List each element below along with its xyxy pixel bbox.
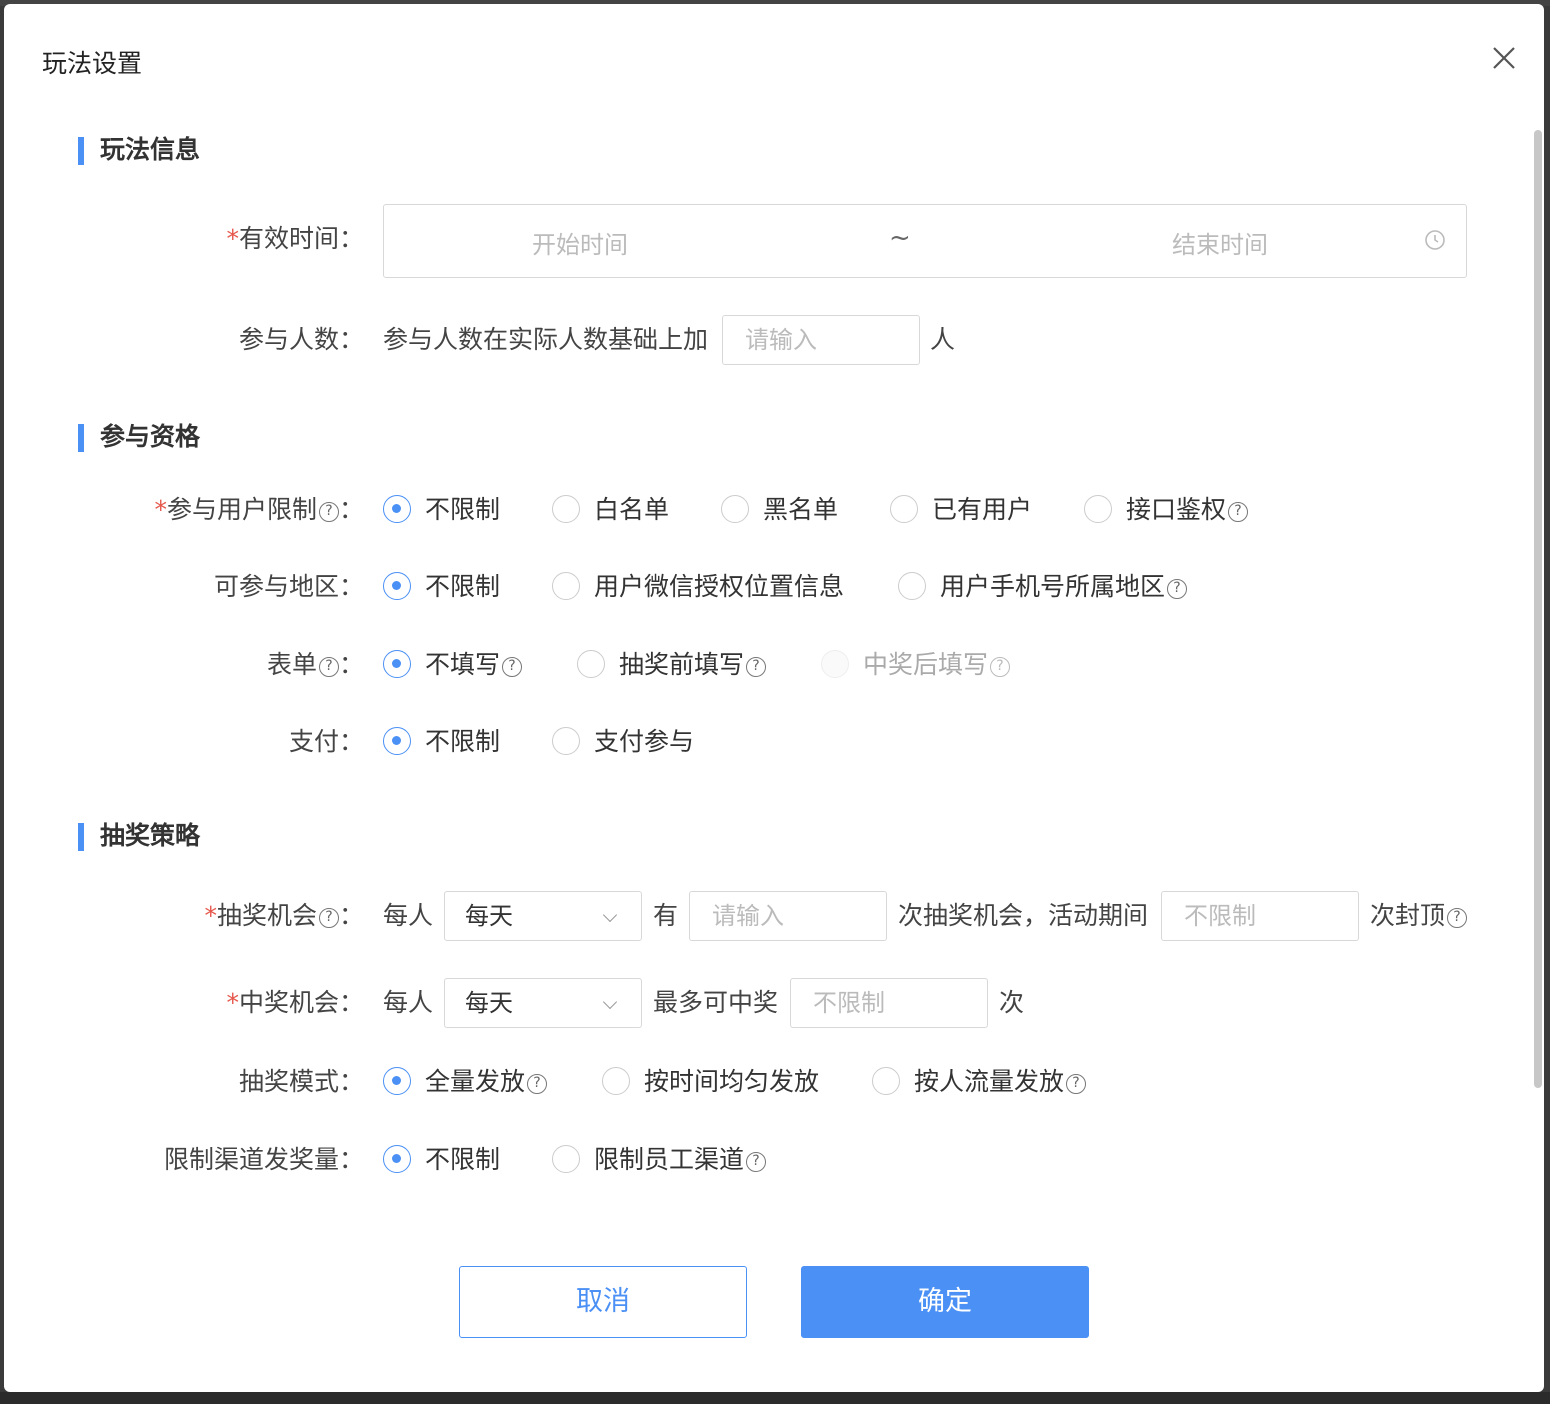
radio-dot[interactable] <box>552 1145 580 1173</box>
radio-dot[interactable] <box>383 1145 411 1173</box>
radio-form-before-draw[interactable]: 抽奖前填写? <box>577 648 767 682</box>
help-icon[interactable]: ? <box>1228 502 1249 522</box>
help-icon[interactable]: ? <box>746 657 767 677</box>
range-separator: ~ <box>889 223 911 253</box>
win-chance-per-person: 每人 <box>383 988 434 1017</box>
radio-draw-mode-traffic[interactable]: 按人流量发放? <box>872 1065 1087 1099</box>
win-chance-label: *中奖机会： <box>226 988 364 1017</box>
form-label: 表单?： <box>266 650 364 679</box>
participants-label: 参与人数： <box>238 325 364 354</box>
radio-form-none[interactable]: 不填写? <box>383 648 523 682</box>
radio-form-after-win: 中奖后填写? <box>821 648 1011 682</box>
help-icon[interactable]: ? <box>527 1074 548 1094</box>
help-icon[interactable]: ? <box>318 502 339 522</box>
radio-dot[interactable] <box>602 1067 630 1095</box>
radio-draw-mode-time-even[interactable]: 按时间均匀发放 <box>602 1065 819 1099</box>
dialog-title: 玩法设置 <box>42 49 143 78</box>
payment-label: 支付： <box>288 727 364 756</box>
section-title-info: 玩法信息 <box>78 135 200 165</box>
radio-payment-none[interactable]: 不限制 <box>383 725 500 759</box>
radio-dot[interactable] <box>383 1067 411 1095</box>
chevron-down-icon <box>602 907 618 923</box>
page-backdrop-bottom <box>0 1392 1550 1404</box>
draw-chance-label: *抽奖机会?： <box>204 901 364 930</box>
confirm-button[interactable]: 确定 <box>801 1266 1089 1338</box>
chevron-down-icon <box>602 994 618 1010</box>
win-chance-middle-text: 最多可中奖 <box>653 988 779 1017</box>
cancel-button[interactable]: 取消 <box>459 1266 747 1338</box>
radio-user-limit-none[interactable]: 不限制 <box>383 493 500 527</box>
draw-chance-count-input[interactable]: 请输入 <box>689 891 887 941</box>
radio-dot[interactable] <box>872 1067 900 1095</box>
clock-icon <box>1425 230 1445 250</box>
valid-time-range-picker[interactable]: 开始时间 ~ 结束时间 <box>383 204 1467 278</box>
radio-region-phone-area[interactable]: 用户手机号所属地区? <box>898 570 1188 604</box>
win-chance-max-input[interactable]: 不限制 <box>790 978 988 1028</box>
help-icon[interactable]: ? <box>746 1152 767 1172</box>
radio-draw-mode-full[interactable]: 全量发放? <box>383 1065 548 1099</box>
draw-mode-label: 抽奖模式： <box>238 1067 364 1096</box>
help-icon[interactable]: ? <box>1447 908 1468 928</box>
radio-region-wechat-location[interactable]: 用户微信授权位置信息 <box>552 570 844 604</box>
help-icon[interactable]: ? <box>502 657 523 677</box>
radio-dot <box>821 650 849 678</box>
radio-region-none[interactable]: 不限制 <box>383 570 500 604</box>
radio-user-limit-blacklist[interactable]: 黑名单 <box>721 493 838 527</box>
radio-channel-limit-staff[interactable]: 限制员工渠道? <box>552 1143 767 1177</box>
draw-chance-per-person: 每人 <box>383 901 434 930</box>
help-icon[interactable]: ? <box>990 657 1011 677</box>
valid-time-label: *有效时间： <box>226 224 364 253</box>
draw-chance-middle-text: 次抽奖机会，活动期间 <box>898 901 1149 930</box>
radio-dot[interactable] <box>577 650 605 678</box>
radio-dot[interactable] <box>383 572 411 600</box>
radio-dot[interactable] <box>1084 495 1112 523</box>
help-icon[interactable]: ? <box>318 657 339 677</box>
scrollbar[interactable] <box>1534 130 1542 1088</box>
radio-dot[interactable] <box>890 495 918 523</box>
radio-dot[interactable] <box>721 495 749 523</box>
radio-channel-limit-none[interactable]: 不限制 <box>383 1143 500 1177</box>
radio-dot[interactable] <box>898 572 926 600</box>
radio-user-limit-whitelist[interactable]: 白名单 <box>552 493 669 527</box>
radio-payment-pay-to-join[interactable]: 支付参与 <box>552 725 694 759</box>
end-time-placeholder[interactable]: 结束时间 <box>1172 225 1268 260</box>
radio-dot[interactable] <box>383 727 411 755</box>
radio-dot[interactable] <box>552 727 580 755</box>
region-label: 可参与地区： <box>213 572 364 601</box>
draw-chance-cap-input[interactable]: 不限制 <box>1161 891 1359 941</box>
participants-suffix: 人 <box>930 325 956 354</box>
help-icon[interactable]: ? <box>1167 579 1188 599</box>
user-limit-label: *参与用户限制?： <box>154 495 364 524</box>
close-icon[interactable] <box>1488 42 1520 74</box>
help-icon[interactable]: ? <box>1066 1074 1087 1094</box>
draw-chance-suffix: 次封顶? <box>1370 899 1468 933</box>
draw-chance-has: 有 <box>653 901 679 930</box>
radio-dot[interactable] <box>552 572 580 600</box>
radio-dot[interactable] <box>552 495 580 523</box>
play-settings-dialog: 玩法设置 玩法信息 *有效时间： 开始时间 ~ 结束时间 参与人数： 参与人数在… <box>4 4 1544 1392</box>
section-title-qualification: 参与资格 <box>78 422 200 452</box>
radio-dot[interactable] <box>383 495 411 523</box>
start-time-placeholder[interactable]: 开始时间 <box>532 225 628 260</box>
participants-prefix: 参与人数在实际人数基础上加 <box>383 325 709 354</box>
radio-user-limit-api-auth[interactable]: 接口鉴权? <box>1084 493 1249 527</box>
win-chance-period-select[interactable]: 每天 <box>444 978 642 1028</box>
section-title-strategy: 抽奖策略 <box>78 821 200 851</box>
draw-chance-period-select[interactable]: 每天 <box>444 891 642 941</box>
help-icon[interactable]: ? <box>318 908 339 928</box>
radio-user-limit-existing-users[interactable]: 已有用户 <box>890 493 1032 527</box>
win-chance-suffix: 次 <box>999 988 1025 1017</box>
channel-limit-label: 限制渠道发奖量： <box>163 1145 364 1174</box>
required-mark: * <box>226 224 239 253</box>
participants-input[interactable]: 请输入 <box>722 315 920 365</box>
radio-dot[interactable] <box>383 650 411 678</box>
